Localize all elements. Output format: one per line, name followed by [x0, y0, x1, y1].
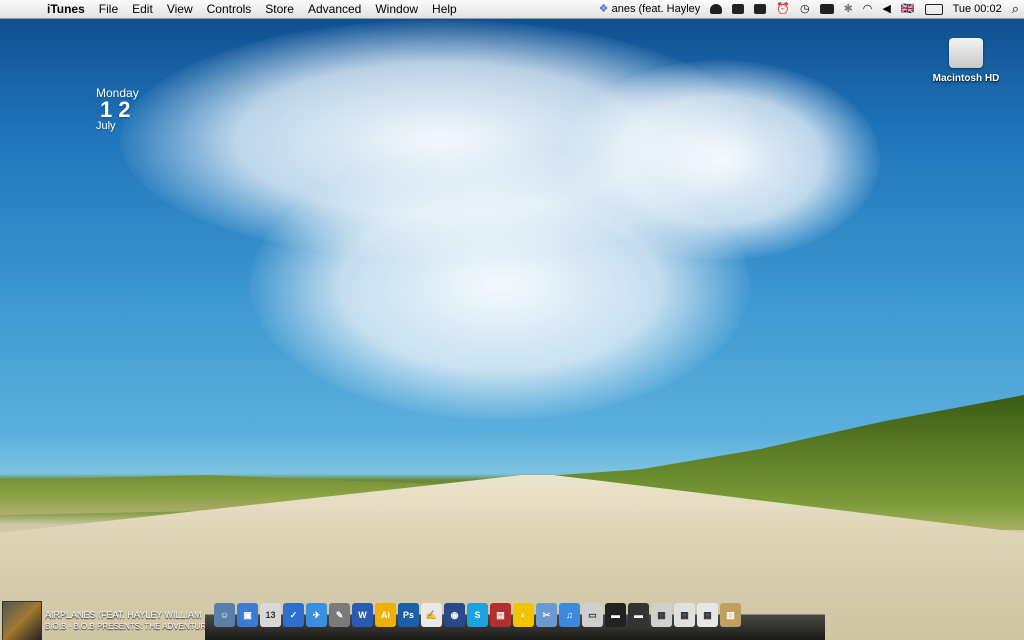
cloud	[560, 60, 880, 260]
dock-preview-icon[interactable]: ▣	[237, 603, 258, 627]
dock-stack-2-icon[interactable]: ▦	[674, 603, 695, 627]
menu-controls[interactable]: Controls	[200, 0, 259, 18]
dock-app-6-icon[interactable]: ✎	[329, 603, 350, 627]
cat-icon[interactable]	[749, 0, 771, 18]
spotlight-search-icon[interactable]: ⌕	[1007, 0, 1024, 18]
now-playing-ticker[interactable]: ❖ anes (feat. Hayley	[594, 0, 706, 18]
time-machine-icon[interactable]: ◷	[795, 0, 815, 18]
menu-advanced[interactable]: Advanced	[301, 0, 368, 18]
bell-icon[interactable]	[705, 0, 727, 18]
menu-store[interactable]: Store	[258, 0, 301, 18]
dock-itunes-icon[interactable]: ♫	[559, 603, 580, 627]
dock-folder-1-icon[interactable]: ▭	[582, 603, 603, 627]
menu-edit[interactable]: Edit	[125, 0, 160, 18]
display-icon[interactable]	[815, 0, 839, 18]
dock-folder-3-icon[interactable]: ▬	[628, 603, 649, 627]
clock[interactable]: Tue 00:02	[948, 0, 1007, 18]
volume-icon[interactable]: ◀	[877, 0, 895, 18]
dock-utilities-icon[interactable]: ✂	[536, 603, 557, 627]
menu-file[interactable]: File	[92, 0, 125, 18]
dock-tweetie-icon[interactable]: ✈	[306, 603, 327, 627]
track-title: AIRPLANES (FEAT. HAYLEY WILLIAM	[45, 610, 202, 620]
dock-safari-icon[interactable]: ◉	[444, 603, 465, 627]
menu-help[interactable]: Help	[425, 0, 464, 18]
bluetooth-icon[interactable]: ✱	[839, 0, 858, 18]
dock-skype-icon[interactable]: S	[467, 603, 488, 627]
menu-bar: iTunes File Edit View Controls Store Adv…	[0, 0, 1024, 19]
hard-drive-icon	[949, 38, 983, 68]
macintosh-hd-desktop-icon[interactable]: Macintosh HD	[928, 38, 1004, 84]
date-widget: Monday 12 July	[96, 86, 139, 132]
dock-stack-3-icon[interactable]: ▦	[697, 603, 718, 627]
dock-icons: ☺ ▣ 13 ✓ ✈ ✎ W Ai Ps ✍ ◉ S ▤ ◐ ✂ ♫ ▭ ▬ ▬ ▦ ▦ ▦ ▥	[214, 603, 741, 627]
track-artist-album: B.O.B · B.O.B PRESENTS: THE ADVENTURE	[45, 622, 212, 631]
menu-window[interactable]: Window	[368, 0, 425, 18]
dock-illustrator-icon[interactable]: Ai	[375, 603, 396, 627]
desktop: iTunes File Edit View Controls Store Adv…	[0, 0, 1024, 640]
list-icon[interactable]	[727, 0, 749, 18]
battery-icon[interactable]	[920, 0, 948, 18]
dock-trash-icon[interactable]: ▥	[720, 603, 741, 627]
wifi-icon[interactable]: ◠	[858, 0, 878, 18]
dock-finder-icon[interactable]: ☺	[214, 603, 235, 627]
dock-cyberduck-icon[interactable]: ◐	[513, 603, 534, 627]
alarm-clock-icon[interactable]: ⏰	[771, 0, 795, 18]
dock-ical-icon[interactable]: 13	[260, 603, 281, 627]
now-playing-widget[interactable]: AIRPLANES (FEAT. HAYLEY WILLIAM B.O.B · …	[0, 600, 220, 640]
date-day: 12	[100, 97, 137, 122]
dock-word-icon[interactable]: W	[352, 603, 373, 627]
macintosh-hd-label: Macintosh HD	[932, 73, 1000, 84]
menu-view[interactable]: View	[160, 0, 200, 18]
app-menu[interactable]: iTunes	[40, 0, 92, 18]
dock-photo-booth-icon[interactable]: ▤	[490, 603, 511, 627]
flag-icon[interactable]: 🇬🇧	[896, 0, 920, 18]
dock-textedit-icon[interactable]: ✍	[421, 603, 442, 627]
album-art	[2, 601, 42, 640]
dock-things-icon[interactable]: ✓	[283, 603, 304, 627]
dock-folder-2-icon[interactable]: ▬	[605, 603, 626, 627]
status-area: ❖ anes (feat. Hayley ⏰ ◷ ✱ ◠ ◀ 🇬🇧 Tue 00…	[594, 0, 1024, 18]
dock-photoshop-icon[interactable]: Ps	[398, 603, 419, 627]
dock-stack-1-icon[interactable]: ▦	[651, 603, 672, 627]
